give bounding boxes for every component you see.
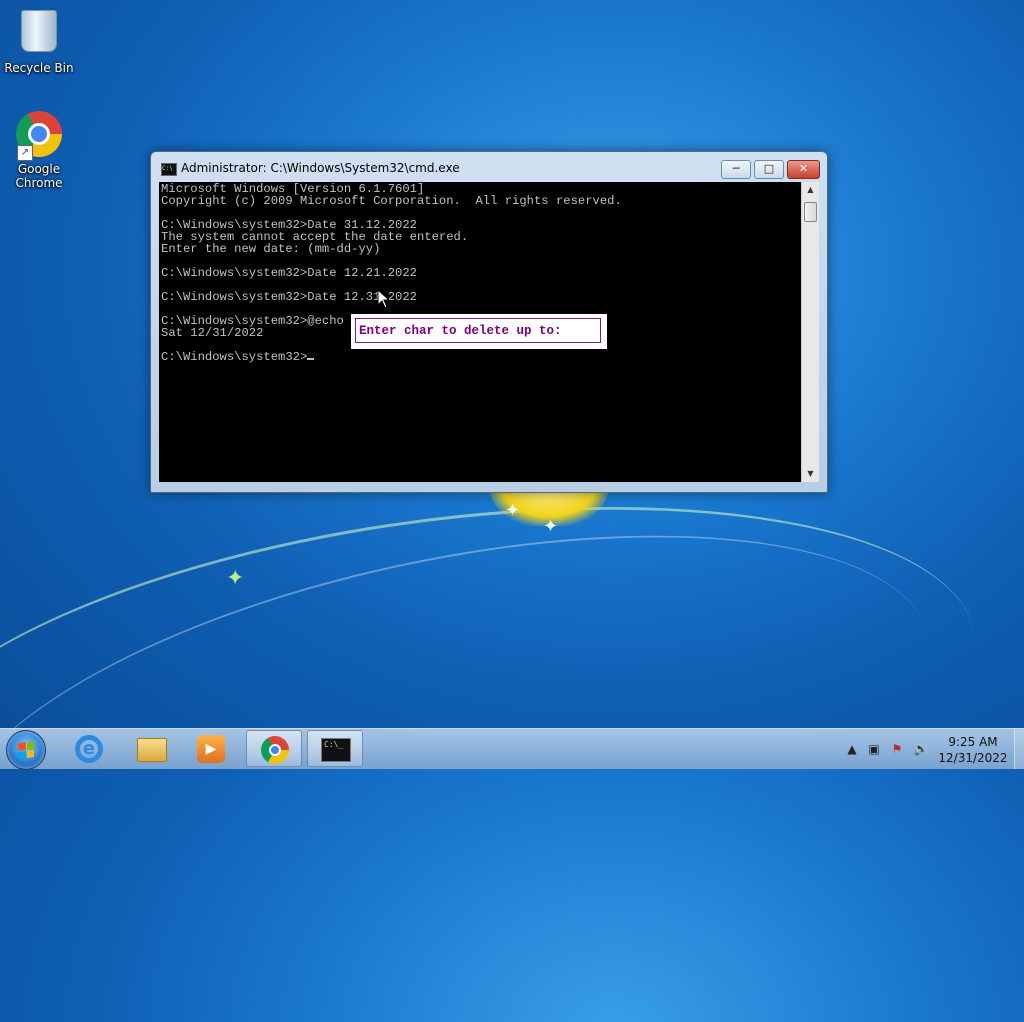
maximize-button[interactable]: □	[754, 160, 784, 179]
minimize-button[interactable]: ─	[721, 160, 751, 179]
console-line: Sat 12/31/2022	[161, 326, 264, 340]
taskbar: e ▶ C:\_ ▲ ▣ ⚑ 🔊 9:25 AM 12/31/2022	[0, 728, 1024, 770]
desktop-icon-label: Recycle Bin	[4, 61, 74, 75]
chrome-icon	[261, 736, 289, 764]
scroll-up-arrow-icon[interactable]: ▲	[802, 182, 819, 198]
media-player-icon: ▶	[197, 735, 225, 763]
close-button[interactable]: ✕	[787, 160, 820, 179]
popup-prompt: Enter char to delete up to:	[355, 318, 601, 343]
action-center-icon[interactable]: ⚑	[889, 741, 905, 757]
folder-icon	[137, 738, 167, 762]
recycle-bin-icon	[15, 10, 63, 58]
wallpaper-sparkle: ✦	[226, 566, 245, 591]
taskbar-internet-explorer[interactable]: e	[61, 730, 117, 767]
wallpaper-sparkle: ✦	[505, 500, 521, 521]
delete-up-to-popup[interactable]: Enter char to delete up to:	[351, 314, 607, 349]
desktop-icon-label: Google Chrome	[15, 162, 63, 190]
cmd-icon: C:\_	[321, 738, 351, 762]
cmd-icon: C:\	[161, 163, 177, 176]
show-desktop-button[interactable]	[1014, 729, 1024, 769]
show-hidden-icons-icon[interactable]: ▲	[844, 741, 860, 757]
windows-logo-icon	[18, 741, 34, 759]
console-line: C:\Windows\system32>	[161, 350, 308, 364]
ie-icon: e	[75, 735, 103, 763]
window-titlebar[interactable]: C:\ Administrator: C:\Windows\System32\c…	[151, 152, 827, 182]
chrome-icon: ↗	[15, 111, 63, 161]
window-title: Administrator: C:\Windows\System32\cmd.e…	[181, 161, 460, 175]
clock-time: 9:25 AM	[948, 735, 998, 749]
scrollbar-thumb[interactable]	[804, 202, 817, 222]
text-cursor	[307, 358, 315, 360]
console-line: Enter the new date: (mm-dd-yy)	[161, 242, 381, 256]
clock[interactable]: 9:25 AM 12/31/2022	[936, 734, 1010, 766]
start-button[interactable]	[6, 730, 46, 770]
wallpaper-sparkle: ✦	[543, 516, 559, 537]
taskbar-media-player[interactable]: ▶	[183, 730, 239, 767]
taskbar-google-chrome[interactable]	[246, 730, 302, 767]
volume-icon[interactable]: 🔊	[913, 741, 929, 757]
desktop-icon-google-chrome[interactable]: ↗ Google Chrome	[1, 111, 77, 190]
taskbar-command-prompt[interactable]: C:\_	[307, 730, 363, 767]
console-line: Copyright (c) 2009 Microsoft Corporation…	[161, 194, 622, 208]
clock-date: 12/31/2022	[938, 751, 1008, 765]
vertical-scrollbar[interactable]: ▲ ▼	[801, 182, 819, 482]
desktop-icon-recycle-bin[interactable]: Recycle Bin	[1, 6, 77, 75]
console-line: C:\Windows\system32>Date 12.21.2022	[161, 266, 417, 280]
shortcut-arrow-icon: ↗	[17, 145, 33, 161]
network-icon[interactable]: ▣	[866, 741, 882, 757]
taskbar-windows-explorer[interactable]	[123, 730, 179, 767]
scroll-down-arrow-icon[interactable]: ▼	[802, 466, 819, 482]
